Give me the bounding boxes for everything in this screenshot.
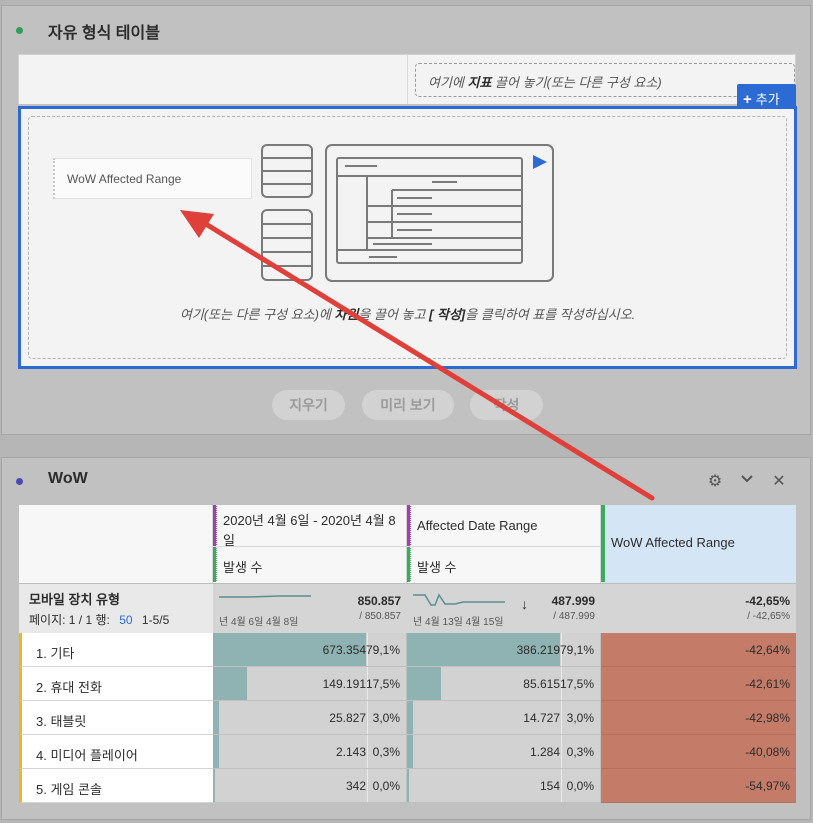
- dimension-header-empty: [19, 505, 213, 583]
- bar-fill: [213, 769, 215, 802]
- bar-fill: [407, 735, 413, 768]
- table-cell-col2[interactable]: 154 0,0%: [407, 769, 601, 803]
- bar-fill: [407, 667, 441, 700]
- summary-cell-col1: 년 4월 6일 4월 8일 850.857 / 850.857: [213, 583, 407, 633]
- table-cell-col2[interactable]: 386.219 79,1%: [407, 633, 601, 667]
- clear-button[interactable]: 지우기: [272, 390, 345, 420]
- table-cell-col2[interactable]: 85.615 17,5%: [407, 667, 601, 701]
- table-cell-col2[interactable]: 14.727 3,0%: [407, 701, 601, 735]
- table-cell-col1[interactable]: 2.143 0,3%: [213, 735, 407, 769]
- sparkline: [413, 593, 505, 606]
- table-cell-wow[interactable]: -54,97%: [601, 769, 796, 803]
- gear-icon[interactable]: ⚙: [705, 472, 725, 492]
- column-header-wow-affected-range[interactable]: WoW Affected Range: [601, 505, 796, 583]
- column-header-affected-date-range[interactable]: Affected Date Range 발생 수: [407, 505, 601, 583]
- bar-fill: [407, 769, 409, 802]
- table-cell-wow[interactable]: -42,61%: [601, 667, 796, 701]
- table-cell-wow[interactable]: -42,98%: [601, 701, 796, 735]
- summary-cell-col3: -42,65% / -42,65%: [601, 583, 796, 633]
- table-cell-col1[interactable]: 673.354 79,1%: [213, 633, 407, 667]
- dimension-summary-cell: 모바일 장치 유형 페이지: 1 / 1 행: 50 1-5/5: [19, 583, 213, 633]
- table-row-label[interactable]: 5. 게임 콘솔: [19, 769, 213, 803]
- build-hint-text: 여기(또는 다른 구성 요소)에 차원을 끌어 놓고 [ 작성]을 클릭하여 표…: [179, 307, 636, 322]
- table-cell-col2[interactable]: 1.284 0,3%: [407, 735, 601, 769]
- dimension-drop-zone[interactable]: WoW Affected Range 여기(또는 다른 구성 요소)에 차원을 …: [18, 106, 797, 369]
- bar-fill: [213, 735, 219, 768]
- table-cell-col1[interactable]: 342 0,0%: [213, 769, 407, 803]
- dimension-chip[interactable]: WoW Affected Range: [53, 158, 252, 199]
- table-row-label[interactable]: 3. 태블릿: [19, 701, 213, 735]
- pagination: 페이지: 1 / 1 행: 50 1-5/5: [29, 613, 170, 627]
- column-header-date-range[interactable]: 2020년 4월 6일 - 2020년 4월 8일 발생 수: [213, 505, 407, 583]
- sparkline: [219, 595, 311, 598]
- panel-title: 자유 형식 테이블: [48, 25, 160, 42]
- panel-status-dot: [16, 27, 23, 34]
- table-row-label[interactable]: 4. 미디어 플레이어: [19, 735, 213, 769]
- preview-button[interactable]: 미리 보기: [362, 390, 454, 420]
- panel-title: WoW: [48, 470, 88, 487]
- close-icon[interactable]: ✕: [769, 472, 789, 492]
- bar-fill: [213, 667, 247, 700]
- table-cell-wow[interactable]: -42,64%: [601, 633, 796, 667]
- bar-fill: [407, 701, 413, 734]
- chevron-down-icon[interactable]: [737, 472, 757, 492]
- bar-fill: [213, 701, 219, 734]
- build-button[interactable]: 작성: [470, 390, 543, 420]
- table-row-label[interactable]: 1. 기타: [19, 633, 213, 667]
- sort-descending-icon[interactable]: ↓: [521, 596, 528, 612]
- summary-cell-col2: 년 4월 13일 4월 15일 ↓ 487.999 / 487.999: [407, 583, 601, 633]
- freeform-table-panel: 자유 형식 테이블 여기에 지표 끌어 놓기(또는 다른 구성 요소) + 추가 …: [1, 5, 811, 435]
- rows-per-page-link[interactable]: 50: [119, 613, 132, 627]
- table-illustration-icon: [261, 144, 554, 282]
- table-cell-col1[interactable]: 149.191 17,5%: [213, 667, 407, 701]
- panel-status-dot: [16, 478, 23, 485]
- builder-header-area: 여기에 지표 끌어 놓기(또는 다른 구성 요소): [18, 54, 796, 104]
- table-row-label[interactable]: 2. 휴대 전화: [19, 667, 213, 701]
- table-cell-col1[interactable]: 25.827 3,0%: [213, 701, 407, 735]
- wow-panel: WoW ⚙ ✕ 2020년 4월 6일 - 2020년 4월 8일 발생 수 A…: [1, 457, 811, 820]
- table-cell-wow[interactable]: -40,08%: [601, 735, 796, 769]
